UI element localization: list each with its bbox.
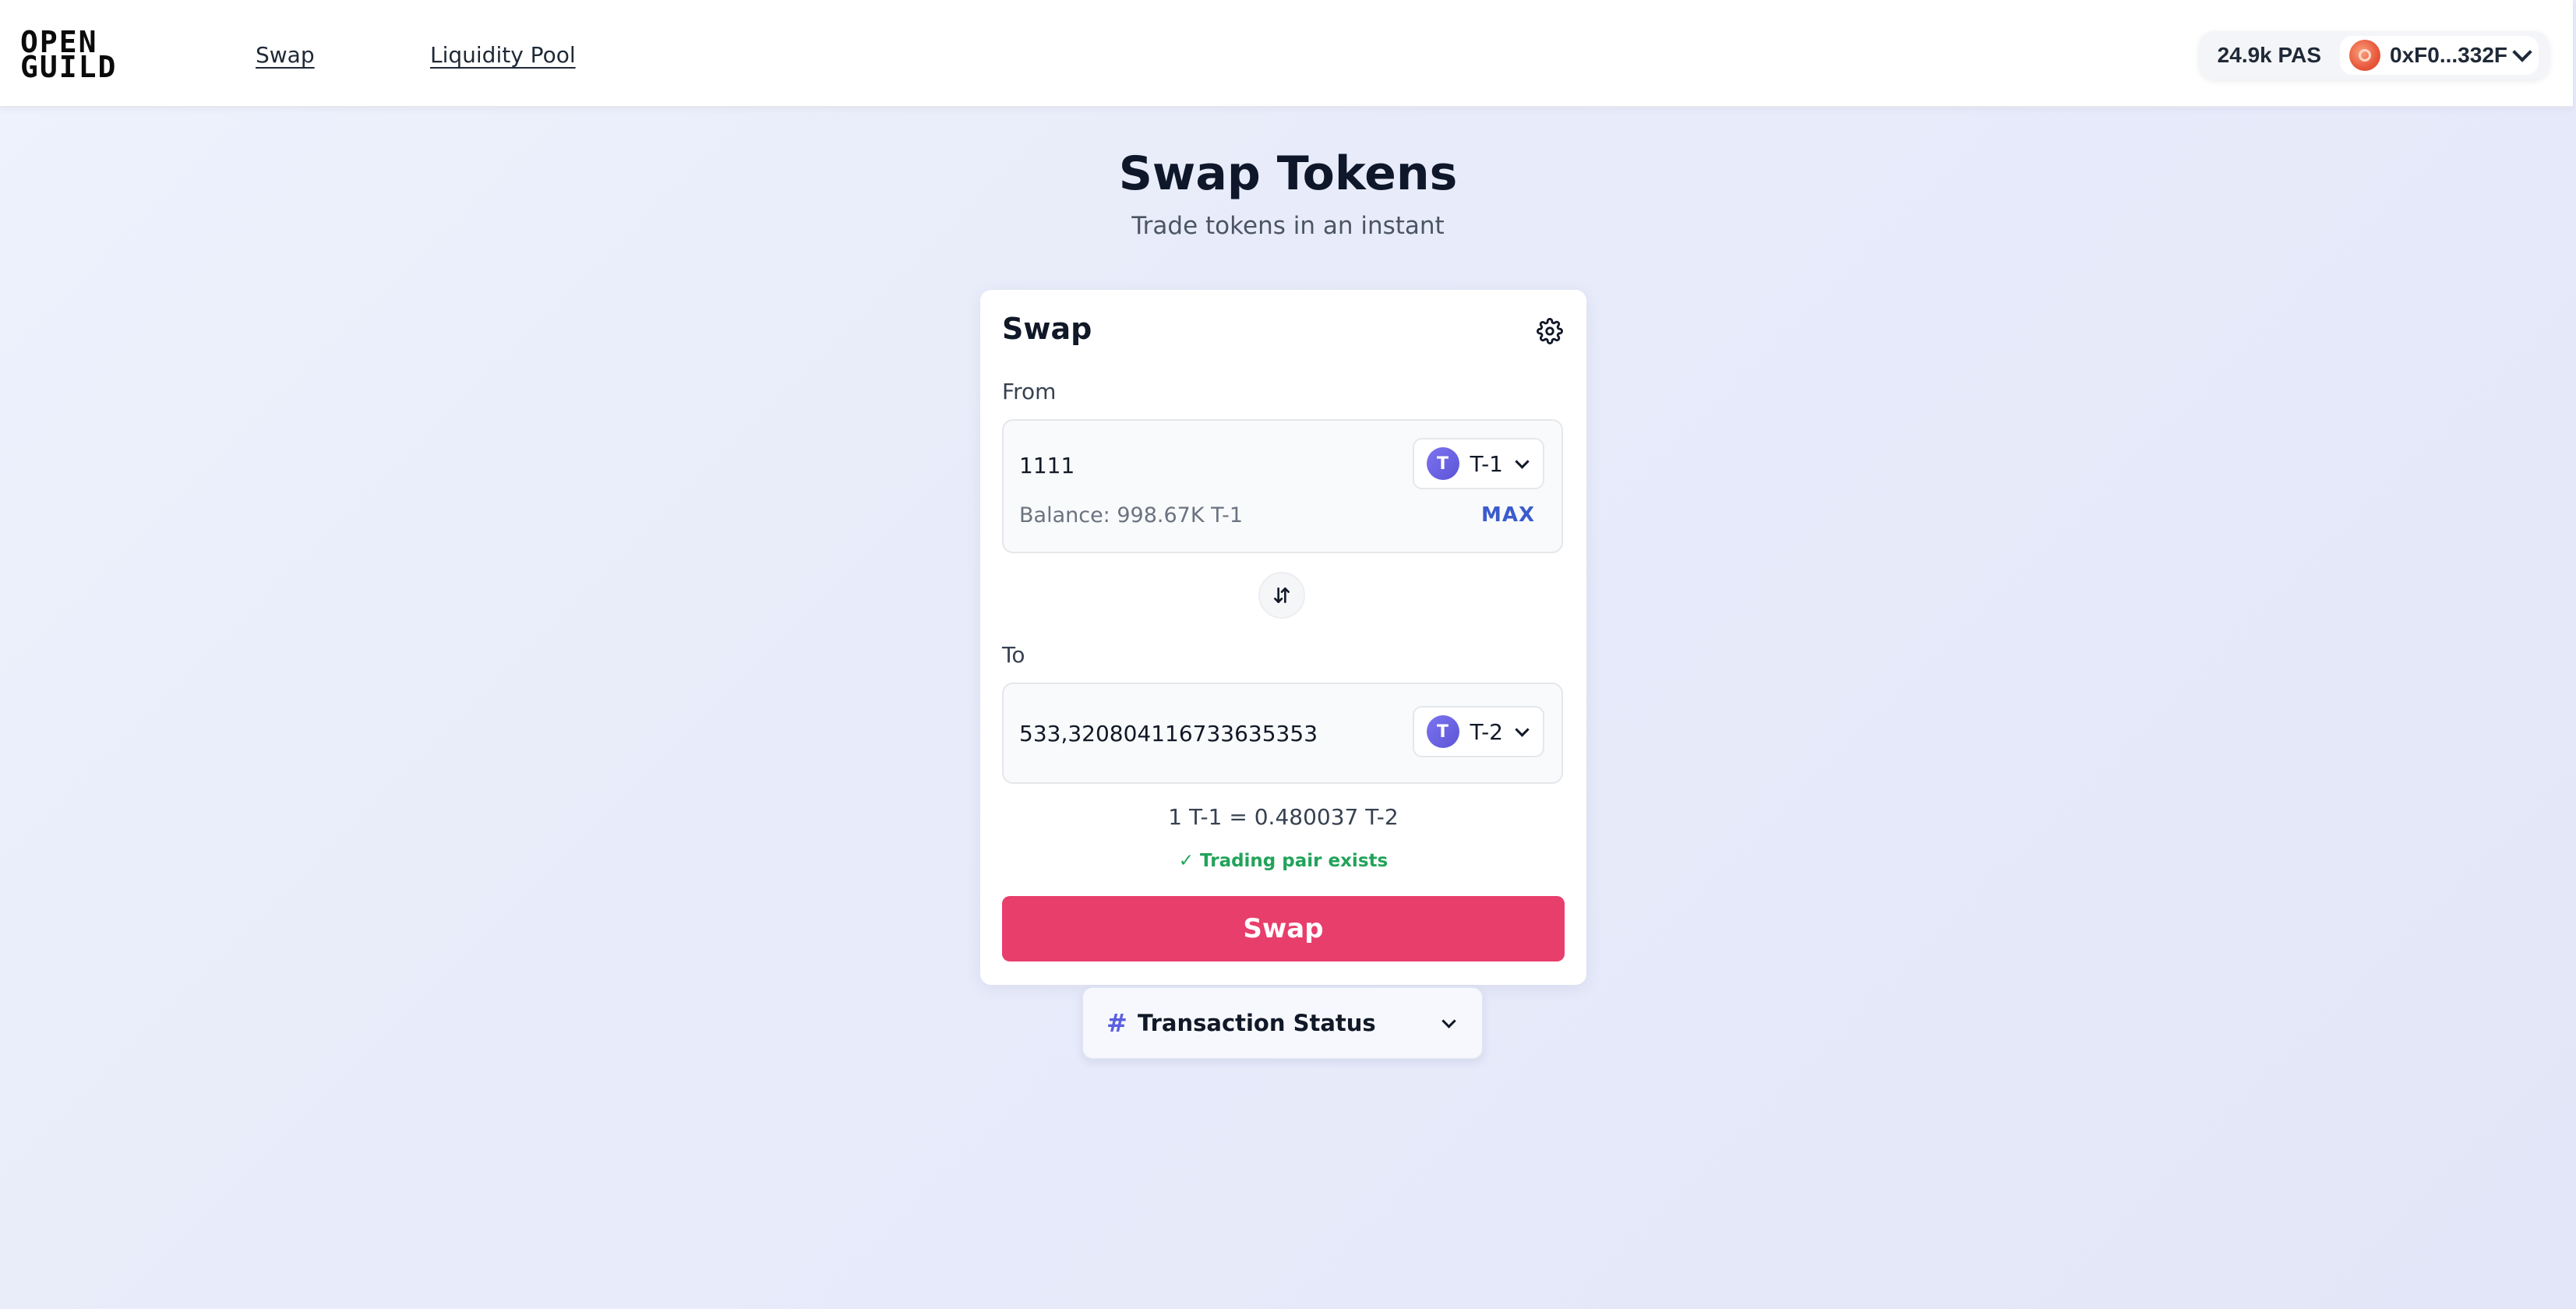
nav-link-liquidity-pool[interactable]: Liquidity Pool xyxy=(430,42,576,68)
settings-gear-icon[interactable] xyxy=(1537,318,1563,344)
account-address: 0xF0...332F xyxy=(2390,43,2507,67)
from-token-symbol: T-1 xyxy=(1470,450,1503,477)
nav-link-swap[interactable]: Swap xyxy=(256,42,315,68)
swap-card-title: Swap xyxy=(1002,312,1092,346)
swap-button[interactable]: Swap xyxy=(1002,896,1565,961)
to-token-symbol: T-2 xyxy=(1470,718,1503,745)
token-t2-icon: T xyxy=(1426,715,1459,748)
from-token-panel: T T-1 Balance: 998.67K T-1 MAX xyxy=(1002,419,1563,553)
open-guild-logo[interactable]: OPEN GUILD xyxy=(20,27,145,84)
switch-direction-button[interactable] xyxy=(1258,572,1305,619)
account-button[interactable]: 0xF0...332F xyxy=(2340,36,2539,75)
from-amount-input[interactable] xyxy=(1019,446,1385,485)
chevron-down-icon xyxy=(1442,1014,1456,1029)
to-token-panel: T T-2 xyxy=(1002,683,1563,784)
transaction-status-toggle[interactable]: # Transaction Status xyxy=(1082,986,1484,1060)
top-navigation-bar: OPEN GUILD Swap Liquidity Pool 24.9k PAS… xyxy=(0,0,2573,108)
token-t1-icon: T xyxy=(1426,447,1459,480)
swap-arrows-icon xyxy=(1274,587,1290,603)
to-amount-input[interactable] xyxy=(1019,714,1385,753)
from-balance: Balance: 998.67K T-1 xyxy=(1019,503,1244,527)
transaction-status-label: Transaction Status xyxy=(1138,1010,1376,1036)
from-token-selector[interactable]: T T-1 xyxy=(1412,438,1544,489)
chevron-down-icon xyxy=(1515,453,1530,469)
account-avatar xyxy=(2349,40,2381,71)
to-token-selector[interactable]: T T-2 xyxy=(1412,706,1544,757)
trading-pair-status: ✓ Trading pair exists xyxy=(1178,851,1389,871)
from-label: From xyxy=(1002,379,1057,404)
page-subtitle: Trade tokens in an instant xyxy=(1131,212,1445,240)
chevron-down-icon xyxy=(1515,722,1530,737)
to-label: To xyxy=(1002,642,1025,668)
chevron-down-icon xyxy=(2512,42,2532,62)
page-title: Swap Tokens xyxy=(1118,146,1458,201)
max-button[interactable]: MAX xyxy=(1481,503,1535,527)
swap-card: Swap From T T-1 Balance: 998.67K T-1 MAX… xyxy=(980,290,1586,985)
logo-line-2: GUILD xyxy=(20,50,118,84)
native-balance: 24.9k PAS xyxy=(2217,43,2322,67)
hash-icon: # xyxy=(1106,1008,1127,1038)
exchange-rate: 1 T-1 = 0.480037 T-2 xyxy=(1168,804,1399,830)
wallet-widget: 24.9k PAS 0xF0...332F xyxy=(2198,31,2550,79)
